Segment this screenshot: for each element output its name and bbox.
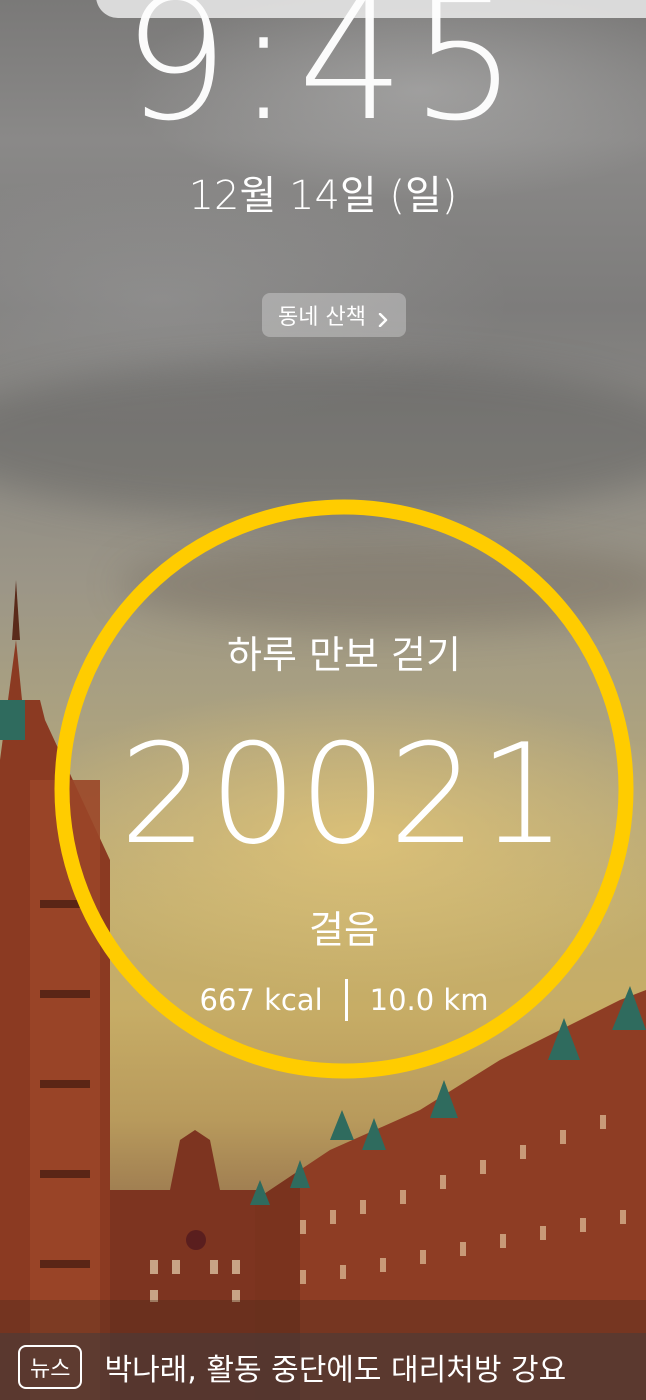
step-unit-label: 걸음	[309, 908, 379, 952]
walk-shortcut-chip[interactable]: 동네 산책	[262, 293, 406, 337]
stats-divider	[344, 979, 348, 1021]
calories-value: 667 kcal	[199, 983, 323, 1017]
chevron-right-icon	[376, 308, 390, 328]
lockscreen-date: 12월 14일 (일)	[188, 173, 458, 219]
distance-value: 10.0 km	[369, 983, 489, 1017]
steps-widget-title: 하루 만보 걷기	[227, 633, 461, 677]
news-tag: 뉴스	[18, 1344, 83, 1389]
walk-shortcut-label: 동네 산책	[278, 305, 366, 330]
news-ticker[interactable]: 뉴스 박나래, 활동 중단에도 대리처방 강요	[0, 1333, 646, 1400]
steps-stats: 667 kcal 10.0 km	[50, 978, 638, 1022]
lock-screen: 9:45 12월 14일 (일) 동네 산책 하루 만보 걷기 20021 걸음…	[0, 0, 646, 1400]
news-headline[interactable]: 박나래, 활동 중단에도 대리처방 강요	[104, 1345, 566, 1389]
lockscreen-clock: 9:45	[122, 0, 524, 158]
step-count: 20021	[119, 714, 569, 875]
